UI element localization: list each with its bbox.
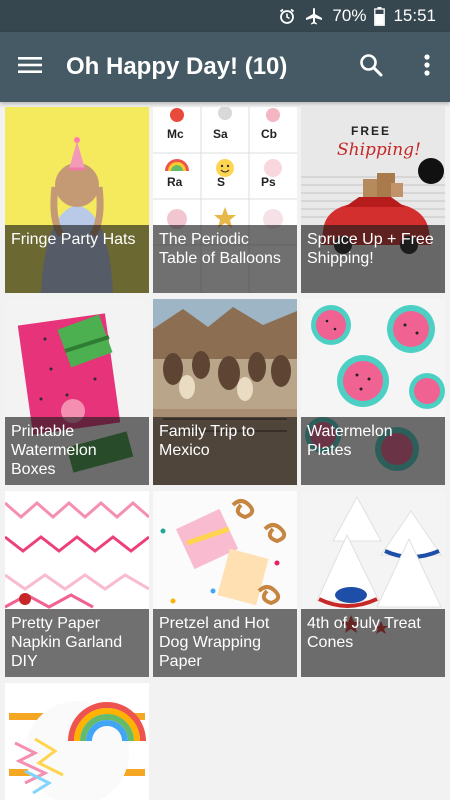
battery-percentage: 70% (332, 6, 367, 25)
post-title: Printable Watermelon Boxes (5, 417, 149, 485)
balloon-symbol: Mc (167, 127, 184, 141)
post-title: Fringe Party Hats (5, 225, 149, 293)
menu-icon (18, 56, 42, 79)
balloon-symbol: Ra (167, 175, 183, 189)
app-bar: Oh Happy Day! (10) (0, 32, 450, 102)
post-title: 4th of July Treat Cones (301, 609, 445, 677)
post-tile[interactable]: Pretty Paper Napkin Garland DIY (5, 491, 149, 677)
post-title: Watermelon Plates (301, 417, 445, 485)
more-vert-icon (424, 53, 430, 81)
alarm-icon (278, 7, 296, 25)
search-button[interactable] (356, 52, 386, 82)
post-tile[interactable]: Mc Sa Cb Ra S Ps The Periodic Table of B… (153, 107, 297, 293)
post-tile[interactable]: Pretzel and Hot Dog Wrapping Paper (153, 491, 297, 677)
clock: 15:51 (393, 6, 436, 25)
artwork-free-label: FREE (351, 124, 391, 138)
post-title: Family Trip to Mexico (153, 417, 297, 485)
post-tile[interactable]: Fringe Party Hats (5, 107, 149, 293)
artwork-shipping-label: Shipping! (337, 140, 421, 160)
overflow-menu-button[interactable] (416, 52, 438, 82)
menu-button[interactable] (14, 52, 46, 82)
post-title: The Periodic Table of Balloons (153, 225, 297, 293)
post-image-rainbow-balloons (5, 683, 149, 800)
airplane-mode-icon (304, 7, 324, 25)
balloon-symbol: S (217, 175, 225, 189)
battery-icon (374, 6, 386, 26)
balloon-symbol: Ps (261, 175, 276, 189)
post-tile[interactable]: 4th of July Treat Cones (301, 491, 445, 677)
post-tile[interactable]: Family Trip to Mexico (153, 299, 297, 485)
balloon-symbol: Cb (261, 127, 277, 141)
post-title: Pretzel and Hot Dog Wrapping Paper (153, 609, 297, 677)
status-bar: 70% 15:51 (0, 0, 450, 32)
post-tile[interactable]: FREE Shipping! Spruce Up + Free Shipping… (301, 107, 445, 293)
post-title: Pretty Paper Napkin Garland DIY (5, 609, 149, 677)
post-tile[interactable]: Watermelon Plates (301, 299, 445, 485)
status-icons: 70% 15:51 (278, 0, 436, 32)
post-tile[interactable] (5, 683, 149, 800)
post-grid: Fringe Party Hats Mc Sa Cb Ra S Ps The P… (0, 102, 450, 800)
search-icon (359, 53, 383, 82)
post-tile[interactable]: Printable Watermelon Boxes (5, 299, 149, 485)
page-title: Oh Happy Day! (10) (66, 53, 288, 80)
balloon-symbol: Sa (213, 127, 228, 141)
post-title: Spruce Up + Free Shipping! (301, 225, 445, 293)
